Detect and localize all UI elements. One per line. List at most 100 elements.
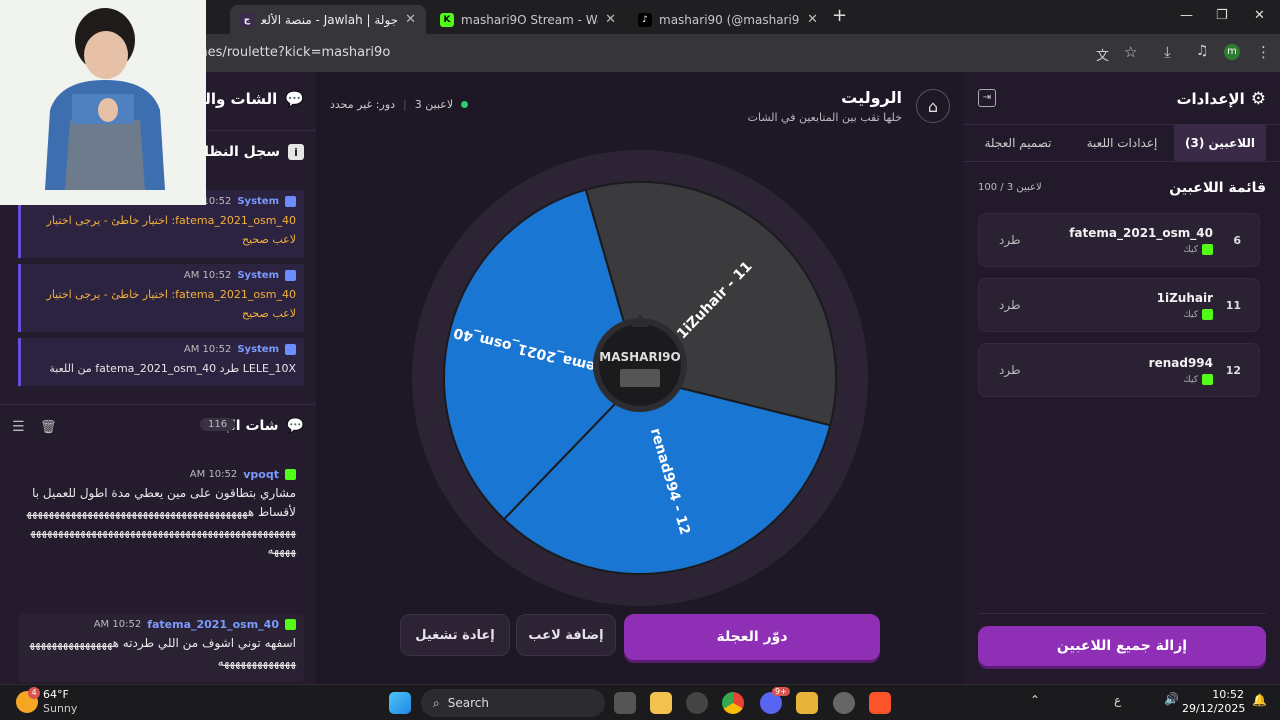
add-player-button[interactable]: إضافة لاعب xyxy=(516,614,616,656)
minimize-icon[interactable]: — xyxy=(1180,8,1193,23)
player-card: 12 renad994 كيك طرد xyxy=(978,343,1260,397)
browser-menu-icon[interactable]: ⋮ xyxy=(1256,43,1271,61)
brave-icon[interactable] xyxy=(869,692,891,714)
player-number: 6 xyxy=(1233,234,1241,247)
chat-count-badge: 116 xyxy=(200,418,236,431)
kick-favicon: K xyxy=(440,12,454,27)
tab-players[interactable]: اللاعبين (3) xyxy=(1174,125,1266,161)
wheel-hub xyxy=(593,318,687,412)
chat-message: fatema_2021_osm_40 10:52 AM اسفهه توني اش… xyxy=(18,614,304,682)
input-language[interactable]: ع xyxy=(1114,693,1121,707)
collapse-panel-icon[interactable]: ⇥ xyxy=(978,89,996,107)
file-explorer-icon[interactable] xyxy=(650,692,672,714)
close-window-icon[interactable]: ✕ xyxy=(1254,8,1265,23)
home-icon[interactable]: ⌂ xyxy=(916,89,950,123)
close-tab-icon[interactable]: ✕ xyxy=(807,12,818,27)
platform-label: كيك xyxy=(1183,244,1198,255)
discord-badge: 9+ xyxy=(772,687,790,696)
media-control-icon[interactable]: ♫ xyxy=(1196,43,1209,59)
divider xyxy=(0,404,316,405)
logo-image xyxy=(620,369,660,387)
info-icon: i xyxy=(288,144,304,160)
message-text: fatema_2021_osm_40: اختيار خاطئ - يرجى ا… xyxy=(46,214,296,246)
restart-button[interactable]: إعادة تشغيل xyxy=(400,614,510,656)
system-badge-icon xyxy=(285,344,296,355)
message-time: 10:52 AM xyxy=(93,619,142,630)
game-status: دور: غير محدد | 3 لاعبين xyxy=(330,98,469,111)
message-text: مشاري بتطاقون على مين يعطي مدة اطول للعم… xyxy=(26,486,296,557)
system-badge-icon xyxy=(285,270,296,281)
tab-game-settings[interactable]: إعدادات اللعبة xyxy=(1072,125,1172,161)
download-icon[interactable]: ⤓ xyxy=(1164,43,1171,61)
close-tab-icon[interactable]: ✕ xyxy=(405,12,416,27)
align-icon[interactable]: ☰ xyxy=(12,419,25,435)
message-text: LELE_10X طرد fatema_2021_osm_40 من اللعب… xyxy=(49,362,296,375)
online-dot-icon xyxy=(461,101,469,108)
players-list-title: قائمة اللاعبين xyxy=(1169,180,1266,196)
player-number: 12 xyxy=(1225,364,1241,377)
windows-start-icon[interactable] xyxy=(389,692,411,714)
separator: | xyxy=(403,98,407,111)
system-message: System 10:52 AM fatema_2021_osm_40: اختيا… xyxy=(18,264,304,332)
volume-icon[interactable]: 🔊 xyxy=(1164,692,1179,706)
player-platform: كيك xyxy=(1183,309,1213,320)
settings-app-icon[interactable] xyxy=(833,692,855,714)
player-platform: كيك xyxy=(1183,244,1213,255)
tab-tiktok[interactable]: ♪ mashari90 (@mashari9o) | TikTok ✕ xyxy=(628,5,828,34)
message-text: fatema_2021_osm_40: اختيار خاطئ - يرجى ا… xyxy=(46,288,296,320)
player-number: 11 xyxy=(1225,299,1241,312)
weather-temp: 64°F xyxy=(43,688,69,701)
weather-desc: Sunny xyxy=(43,702,78,715)
roulette-wheel[interactable]: 1iZuhair - 11renad994 - 12fatema_2021_os… xyxy=(404,147,876,609)
message-author: vpoqt xyxy=(243,468,279,481)
search-label: Search xyxy=(447,696,489,710)
tab-wheel-design[interactable]: تصميم العجلة xyxy=(968,125,1068,161)
tab-kick-stream[interactable]: K mashari9O Stream - Watch Live ✕ xyxy=(430,5,626,34)
bookmark-star-icon[interactable]: ☆ xyxy=(1124,43,1137,61)
weather-badge: 4 xyxy=(28,687,40,699)
kick-badge-icon xyxy=(1202,309,1213,320)
kick-player-button[interactable]: طرد xyxy=(999,233,1021,247)
system-log-title: سجل النظام xyxy=(193,144,280,160)
kick-badge-icon xyxy=(285,469,296,480)
message-time: 10:52 AM xyxy=(189,469,238,480)
app-icon[interactable] xyxy=(796,692,818,714)
app-icon[interactable] xyxy=(686,692,708,714)
tray-chevron-icon[interactable]: ⌃ xyxy=(1030,693,1040,707)
player-name: fatema_2021_osm_40 xyxy=(1069,226,1213,240)
divider xyxy=(978,613,1266,614)
url-field[interactable]: mes/roulette?kick=mashari9o xyxy=(195,45,390,60)
taskbar-search[interactable]: ⌕ Search xyxy=(421,689,605,717)
chat-bubble-icon: 💬 xyxy=(285,90,304,108)
message-time: 10:52 AM xyxy=(183,344,232,355)
task-view-icon[interactable] xyxy=(614,692,636,714)
message-author: fatema_2021_osm_40 xyxy=(147,618,279,631)
translate-icon[interactable]: ⽂ xyxy=(1096,45,1109,64)
kick-player-button[interactable]: طرد xyxy=(999,298,1021,312)
kick-badge-icon xyxy=(1202,374,1213,385)
new-tab-icon[interactable]: + xyxy=(832,5,847,26)
settings-header: الإعدادات ⚙ xyxy=(1140,89,1266,109)
webcam-overlay xyxy=(0,0,206,205)
gear-icon: ⚙ xyxy=(1250,89,1266,109)
profile-avatar[interactable]: m xyxy=(1224,44,1240,60)
platform-label: كيك xyxy=(1183,374,1198,385)
clock-time: 10:52 xyxy=(1212,688,1244,701)
message-author: System xyxy=(237,344,279,355)
spin-wheel-button[interactable]: دوّر العجلة xyxy=(624,614,880,660)
kick-player-button[interactable]: طرد xyxy=(999,363,1021,377)
trash-icon[interactable]: 🗑 xyxy=(40,420,57,435)
tab-jawlah[interactable]: ج جولة | Jawlah - منصة الألعاب التفاعلية… xyxy=(230,5,426,34)
maximize-icon[interactable]: ❐ xyxy=(1216,8,1228,23)
page-title: الروليت xyxy=(841,88,902,107)
page-subtitle: خلها تقب بين المتابعين في الشات xyxy=(747,111,902,124)
kick-badge-icon xyxy=(1202,244,1213,255)
player-card: 6 fatema_2021_osm_40 كيك طرد xyxy=(978,213,1260,267)
chat-bubble-icon: 💬 xyxy=(286,418,304,434)
notification-bell-icon[interactable]: 🔔 xyxy=(1252,693,1267,707)
remove-all-players-button[interactable]: إزالة جميع اللاعبين xyxy=(978,626,1266,666)
chat-message: vpoqt 10:52 AM مشاري بتطاقون على مين يعطي… xyxy=(18,464,304,606)
chrome-icon[interactable] xyxy=(722,692,744,714)
close-tab-icon[interactable]: ✕ xyxy=(605,12,616,27)
settings-title: الإعدادات xyxy=(1176,90,1245,108)
